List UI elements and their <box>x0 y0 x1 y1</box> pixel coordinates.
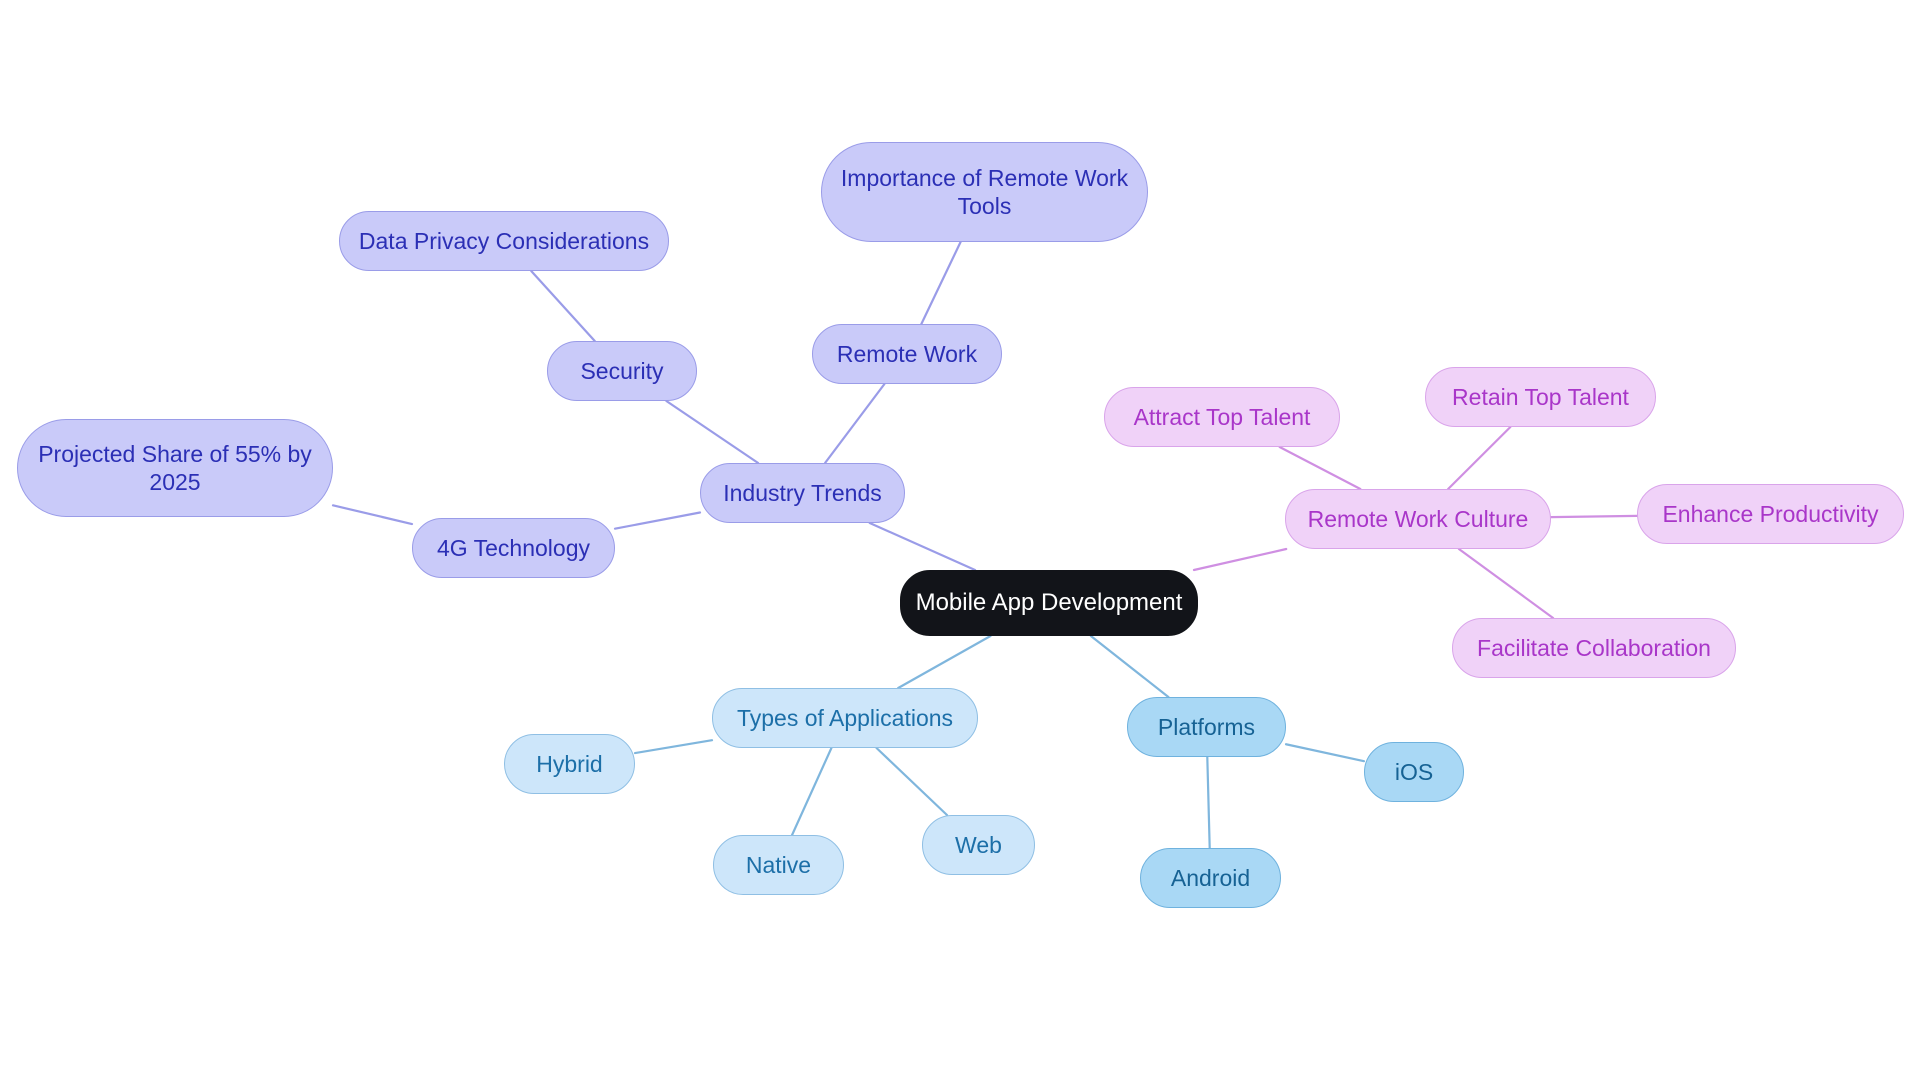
node-attract-top-talent[interactable]: Attract Top Talent <box>1104 387 1340 447</box>
node-android[interactable]: Android <box>1140 848 1281 908</box>
node-ios[interactable]: iOS <box>1364 742 1464 802</box>
edge-g4_technology-to-projected_share <box>331 504 414 526</box>
edge-types_of_applications-to-hybrid <box>633 739 714 755</box>
edge-remote_work_culture-to-facilitate_collab <box>1457 547 1555 620</box>
edge-platforms-to-ios <box>1284 743 1366 763</box>
node-web[interactable]: Web <box>922 815 1035 875</box>
node-root-mobile-app-development[interactable]: Mobile App Development <box>900 570 1198 636</box>
node-industry-trends[interactable]: Industry Trends <box>700 463 905 523</box>
node-remote-work[interactable]: Remote Work <box>812 324 1002 384</box>
edge-remote_work_culture-to-attract_top_talent <box>1278 445 1362 491</box>
node-remote-work-culture[interactable]: Remote Work Culture <box>1285 489 1551 549</box>
node-data-privacy-considerations[interactable]: Data Privacy Considerations <box>339 211 669 271</box>
edge-root-to-types_of_applications <box>897 634 992 690</box>
node-projected-share[interactable]: Projected Share of 55% by 2025 <box>17 419 333 517</box>
node-security[interactable]: Security <box>547 341 697 401</box>
edge-root-to-platforms <box>1089 634 1170 699</box>
node-importance-of-remote-work-tools[interactable]: Importance of Remote Work Tools <box>821 142 1148 242</box>
node-hybrid[interactable]: Hybrid <box>504 734 635 794</box>
mindmap-canvas: Projected Share of 55% by 2025 Data Priv… <box>0 0 1920 1083</box>
edge-types_of_applications-to-native <box>790 746 833 837</box>
edge-industry_trends-to-security <box>665 399 760 465</box>
node-platforms[interactable]: Platforms <box>1127 697 1286 757</box>
edge-industry_trends-to-remote_work <box>823 382 886 465</box>
edge-platforms-to-android <box>1206 755 1211 850</box>
edge-remote_work_culture-to-enhance_productivity <box>1549 514 1639 519</box>
edge-types_of_applications-to-web <box>875 746 949 817</box>
node-retain-top-talent[interactable]: Retain Top Talent <box>1425 367 1656 427</box>
node-enhance-productivity[interactable]: Enhance Productivity <box>1637 484 1904 544</box>
node-4g-technology[interactable]: 4G Technology <box>412 518 615 578</box>
edge-remote_work-to-importance_tools <box>920 240 962 326</box>
node-types-of-applications[interactable]: Types of Applications <box>712 688 978 748</box>
node-native[interactable]: Native <box>713 835 844 895</box>
edge-root-to-remote_work_culture <box>1192 547 1288 572</box>
edge-remote_work_culture-to-retain_top_talent <box>1447 425 1512 491</box>
edge-security-to-data_privacy <box>530 269 596 343</box>
node-facilitate-collaboration[interactable]: Facilitate Collaboration <box>1452 618 1736 678</box>
edge-industry_trends-to-g4_technology <box>613 511 702 530</box>
edge-root-to-industry_trends <box>868 521 977 572</box>
